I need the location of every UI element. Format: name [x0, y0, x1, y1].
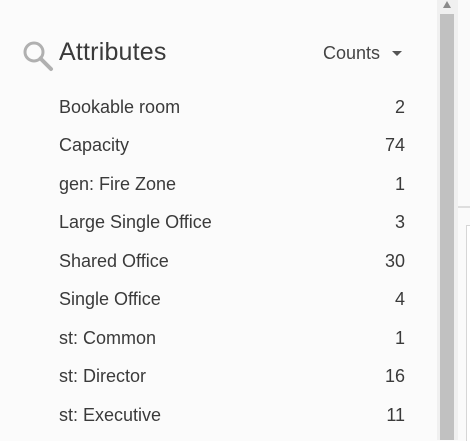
vertical-scrollbar[interactable] [437, 0, 458, 440]
attribute-count: 4 [394, 289, 405, 310]
scrollbar-thumb[interactable] [440, 14, 454, 440]
attributes-panel: Attributes Counts Bookable room 2 Capaci… [0, 0, 437, 440]
attribute-count: 2 [394, 96, 405, 117]
attribute-row[interactable]: gen: Fire Zone 1 [59, 165, 405, 204]
background-panel-edge [466, 225, 470, 441]
attribute-name: Large Single Office [59, 212, 212, 233]
panel-title: Attributes [59, 38, 167, 66]
attribute-list: Bookable room 2 Capacity 74 gen: Fire Zo… [59, 88, 405, 435]
attribute-count: 74 [384, 135, 405, 156]
attribute-count: 30 [384, 250, 405, 271]
search-icon[interactable] [22, 40, 54, 72]
attribute-name: st: Executive [59, 404, 162, 425]
attribute-row[interactable]: Single Office 4 [59, 281, 405, 320]
scroll-up-arrow-icon[interactable] [443, 1, 451, 8]
attribute-row[interactable]: Capacity 74 [59, 127, 405, 166]
attribute-row[interactable]: Shared Office 30 [59, 242, 405, 281]
attribute-row[interactable]: Large Single Office 3 [59, 204, 405, 243]
counts-dropdown-label: Counts [322, 43, 380, 63]
attribute-count: 3 [394, 212, 405, 233]
attribute-row[interactable]: st: Executive 11 [59, 396, 405, 435]
attribute-count: 1 [394, 173, 405, 194]
panel-header: Attributes Counts [22, 36, 412, 72]
attribute-count: 16 [384, 366, 405, 387]
divider [458, 206, 470, 208]
attribute-row[interactable]: Bookable room 2 [59, 88, 405, 127]
attribute-count: 11 [386, 404, 405, 425]
attribute-name: st: Common [59, 327, 157, 348]
attribute-row[interactable]: st: Director 16 [59, 358, 405, 397]
attribute-row[interactable]: st: Common 1 [59, 319, 405, 358]
background-panel [458, 0, 470, 441]
attribute-count: 1 [394, 327, 405, 348]
attribute-name: Single Office [59, 289, 161, 310]
attribute-name: Bookable room [59, 96, 181, 117]
attribute-name: Shared Office [59, 250, 169, 271]
caret-down-icon [392, 51, 402, 56]
attribute-name: gen: Fire Zone [59, 173, 177, 194]
attribute-name: Capacity [59, 135, 130, 156]
attribute-name: st: Director [59, 366, 147, 387]
counts-dropdown[interactable]: Counts [323, 43, 402, 64]
